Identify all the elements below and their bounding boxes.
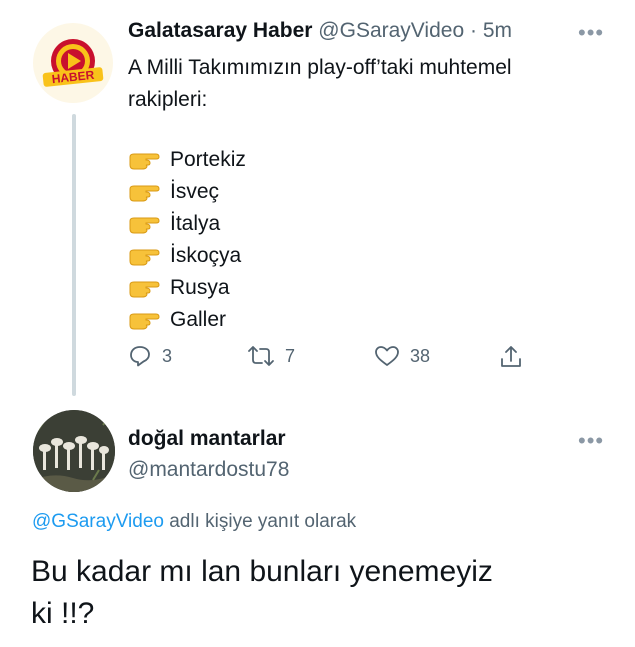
heart-icon (375, 346, 399, 366)
reply-button[interactable]: 3 (128, 344, 172, 368)
reply-count: 3 (162, 345, 173, 366)
author-handle[interactable]: @GSarayVideo (318, 19, 464, 42)
list-item: İtalya (128, 208, 246, 240)
list-item-label: Portekiz (170, 148, 246, 171)
reply-icon (130, 346, 150, 367)
retweet-icon (248, 346, 274, 366)
pointing-right-hand-icon (129, 217, 160, 234)
list-item-label: Rusya (170, 276, 230, 299)
like-button[interactable]: 38 (374, 344, 430, 368)
pointing-right-hand-icon (129, 153, 160, 170)
tweet1-actions: 3 7 38 (128, 344, 528, 372)
list-item: İsveç (128, 176, 246, 208)
more-dots-icon[interactable]: ••• (578, 22, 604, 44)
pointing-right-hand-icon (129, 185, 160, 202)
list-item-label: İskoçya (170, 244, 242, 267)
author-handle[interactable]: @mantardostu78 (128, 457, 289, 483)
list-item-label: Galler (170, 308, 227, 331)
list-item-label: İsveç (170, 180, 220, 203)
tweet2-text-line2: ki !!? (31, 597, 95, 630)
tweet1-text-line2: rakipleri: (128, 88, 208, 111)
mantardostu-avatar[interactable] (33, 410, 115, 492)
reply-context: @GSarayVideo adlı kişiye yanıt olarak (32, 509, 356, 535)
tweet1-header: Galatasaray Haber @GSarayVideo · 5m (128, 18, 512, 44)
tweet-time[interactable]: 5m (483, 19, 512, 42)
opponent-list: Portekiz İsveç İtalya İskoçya Rusya Gall… (128, 144, 246, 336)
tweet1-text: A Milli Takımımızın play-off’taki muhtem… (128, 52, 608, 116)
share-icon (501, 346, 521, 367)
share-button[interactable] (498, 344, 534, 370)
pointing-right-hand-icon (129, 313, 160, 330)
more-dots-icon[interactable]: ••• (578, 430, 604, 452)
mushroom-photo-icon (33, 410, 115, 492)
pointing-right-hand-icon (129, 249, 160, 266)
list-item: Rusya (128, 272, 246, 304)
list-item: Portekiz (128, 144, 246, 176)
tweet1-text-line1: A Milli Takımımızın play-off’taki muhtem… (128, 56, 512, 79)
like-count: 38 (410, 345, 431, 366)
reply-to-link[interactable]: @GSarayVideo (32, 511, 164, 532)
time-separator: · (469, 19, 477, 42)
list-item: Galler (128, 304, 246, 336)
list-item: İskoçya (128, 240, 246, 272)
retweet-button[interactable]: 7 (247, 344, 295, 368)
reply-to-suffix: adlı kişiye yanıt olarak (163, 511, 357, 532)
author-name[interactable]: Galatasaray Haber (128, 19, 312, 42)
pointing-right-hand-icon (129, 281, 160, 298)
haber-logo-icon: HABER (42, 39, 104, 87)
author-name[interactable]: doğal mantarlar (128, 426, 286, 452)
list-item-label: İtalya (170, 212, 221, 235)
tweet2-text: Bu kadar mı lan bunları yenemeyiz ki !!? (31, 551, 601, 635)
retweet-count: 7 (285, 345, 296, 366)
tweet2-text-line1: Bu kadar mı lan bunları yenemeyiz (31, 555, 493, 588)
galatasaray-haber-avatar[interactable]: HABER (33, 23, 113, 103)
thread-connector-line (72, 114, 76, 396)
